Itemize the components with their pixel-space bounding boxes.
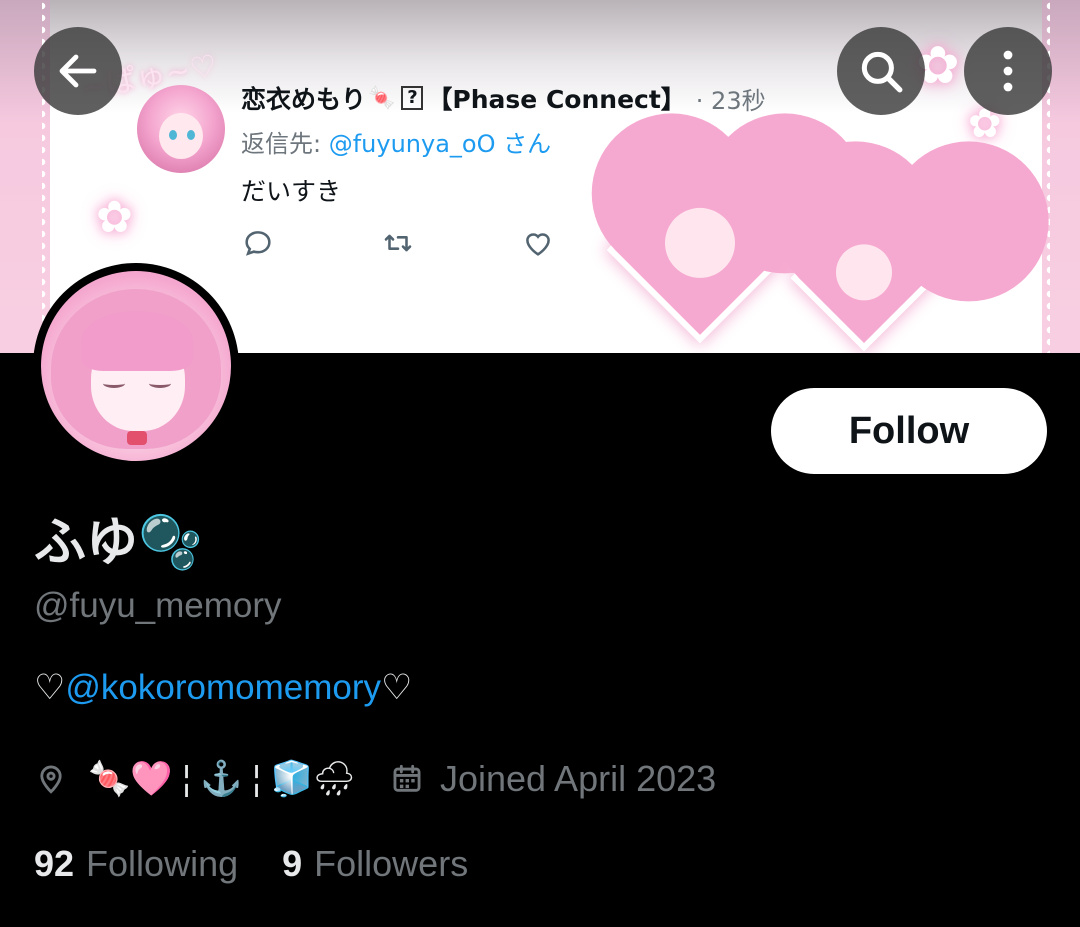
following-label: Following [86, 843, 239, 884]
avatar-eye [187, 130, 195, 140]
followers-label: Followers [314, 843, 469, 884]
profile-bio: ♡@kokoromomemory♡ [34, 668, 412, 708]
bio-heart: ♡ [34, 668, 66, 707]
search-button[interactable] [837, 27, 925, 115]
reply-icon [245, 231, 271, 256]
star-decoration-icon: ✿ [96, 192, 133, 243]
character-face [836, 244, 892, 301]
avatar-bow [127, 431, 147, 445]
profile-avatar[interactable] [33, 263, 239, 469]
avatar-bangs [81, 311, 193, 371]
reply-handle: @fuyunya_oO [328, 130, 496, 158]
profile-meta: 🍬🩷 ¦ ⚓ ¦ 🧊🌧 Joined April 2023 [34, 752, 716, 806]
username-handle: @fuyu_memory [34, 586, 282, 625]
tweet-author-avatar [137, 85, 225, 173]
search-icon [861, 51, 903, 93]
arrow-left-icon [59, 54, 97, 88]
bio-mention-link[interactable]: @kokoromomemory [65, 668, 381, 707]
reply-prefix: 返信先: [241, 130, 322, 158]
follow-stats: 92 Following 9 Followers [34, 838, 468, 890]
character-face [665, 207, 735, 278]
following-link[interactable]: 92 Following [34, 843, 238, 885]
tweet-text: だいすき [241, 177, 342, 206]
avatar-eye [169, 130, 177, 140]
tweet-author-name: 恋衣めもり [241, 85, 367, 114]
location-text: 🍬🩷 ¦ ⚓ ¦ 🧊🌧 [88, 760, 356, 798]
bio-heart: ♡ [381, 668, 413, 707]
avatar-eye [103, 379, 125, 388]
joined-date: Joined April 2023 [439, 758, 717, 799]
candy-emoji: 🍬 [368, 85, 396, 111]
back-button[interactable] [34, 27, 122, 115]
more-vertical-icon [1003, 50, 1013, 92]
avatar-face [159, 113, 203, 159]
tweet-reply-line: 返信先: @fuyunya_oO さん [241, 124, 551, 159]
unknown-glyph-box: ? [401, 86, 424, 110]
heart-character-art [615, 165, 785, 335]
heart-character-art [798, 212, 930, 344]
tweet-header: 恋衣めもり 🍬 ? 【Phase Connect】 · 23秒 [241, 80, 766, 116]
retweet-icon [384, 234, 412, 252]
followers-link[interactable]: 9 Followers [282, 843, 468, 885]
tweet-timestamp: · 23秒 [695, 86, 766, 115]
like-heart-icon [526, 233, 550, 256]
more-options-button[interactable] [964, 27, 1052, 115]
avatar-eye [149, 379, 171, 388]
display-name: ふゆ🫧 [34, 513, 203, 573]
tweet-author-group: 【Phase Connect】 [427, 85, 686, 114]
tweet-actions [241, 226, 561, 262]
follow-button[interactable]: Follow [771, 388, 1047, 474]
location-pin-icon [40, 765, 62, 794]
followers-count: 9 [282, 843, 303, 884]
calendar-icon [393, 764, 421, 792]
following-count: 92 [34, 843, 75, 884]
avatar-image [41, 271, 231, 461]
reply-suffix: さん [503, 130, 552, 158]
